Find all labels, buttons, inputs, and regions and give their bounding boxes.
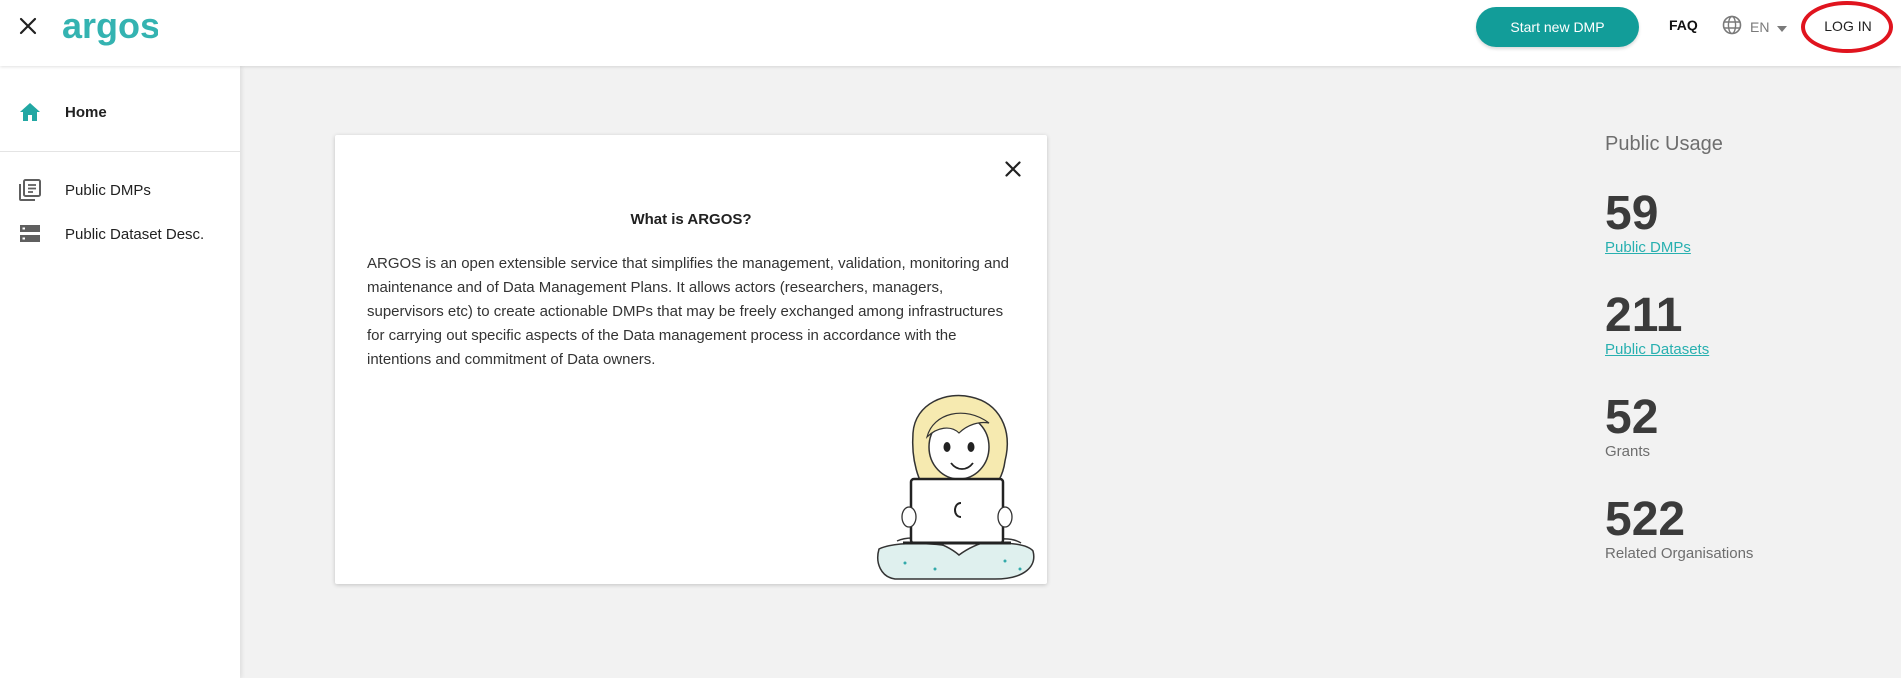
public-usage-panel: Public Usage 59 Public DMPs 211 Public D…	[1605, 133, 1865, 562]
stat-value: 211	[1605, 289, 1683, 342]
sidebar-item-label: Public DMPs	[65, 181, 151, 199]
card-description: ARGOS is an open extensible service that…	[367, 255, 1010, 368]
public-datasets-link[interactable]: Public Datasets	[1605, 341, 1709, 358]
sidebar: Home Public DMPs Public Dataset Desc.	[0, 66, 240, 678]
sidebar-item-label: Public Dataset Desc.	[65, 225, 205, 243]
argos-logo[interactable]: argos	[62, 5, 160, 50]
stat-label: Related Organisations	[1605, 545, 1754, 562]
stat-grants: 52 Grants	[1605, 391, 1865, 461]
sidebar-item-public-dmps[interactable]: Public DMPs	[0, 170, 240, 210]
language-label: EN	[1750, 18, 1770, 35]
sidebar-item-public-dataset-desc[interactable]: Public Dataset Desc.	[0, 214, 240, 254]
close-sidebar-icon[interactable]	[16, 14, 40, 38]
chevron-down-icon	[1777, 19, 1788, 35]
faq-link[interactable]: FAQ	[1669, 17, 1698, 33]
close-icon[interactable]	[1001, 157, 1025, 181]
home-icon	[18, 100, 42, 124]
public-dmps-link[interactable]: Public DMPs	[1605, 239, 1691, 256]
login-button[interactable]: LOG IN	[1806, 6, 1890, 46]
sidebar-item-label: Home	[65, 103, 107, 121]
what-is-argos-card: What is ARGOS? ARGOS is an open extensib…	[335, 135, 1047, 584]
globe-icon	[1722, 15, 1742, 38]
logo-text: argos	[62, 8, 158, 46]
sidebar-divider	[0, 151, 240, 152]
stat-public-datasets: 211 Public Datasets	[1605, 291, 1865, 359]
storage-icon	[18, 222, 42, 246]
top-bar: argos Start new DMP FAQ EN LOG IN	[0, 0, 1901, 66]
library-books-icon	[18, 178, 42, 202]
public-usage-title: Public Usage	[1605, 133, 1723, 155]
stat-related-organisations: 522 Related Organisations	[1605, 493, 1865, 563]
stat-value: 52	[1605, 391, 1659, 444]
stat-value: 522	[1605, 493, 1686, 546]
stat-label: Grants	[1605, 443, 1651, 460]
sidebar-item-home[interactable]: Home	[0, 92, 240, 132]
stat-value: 59	[1605, 187, 1659, 240]
girl-with-laptop-illustration	[875, 391, 1037, 584]
language-selector[interactable]: EN	[1722, 15, 1788, 38]
stat-public-dmps: 59 Public DMPs	[1605, 189, 1865, 257]
card-title: What is ARGOS?	[630, 211, 752, 228]
start-new-dmp-button[interactable]: Start new DMP	[1476, 7, 1639, 47]
